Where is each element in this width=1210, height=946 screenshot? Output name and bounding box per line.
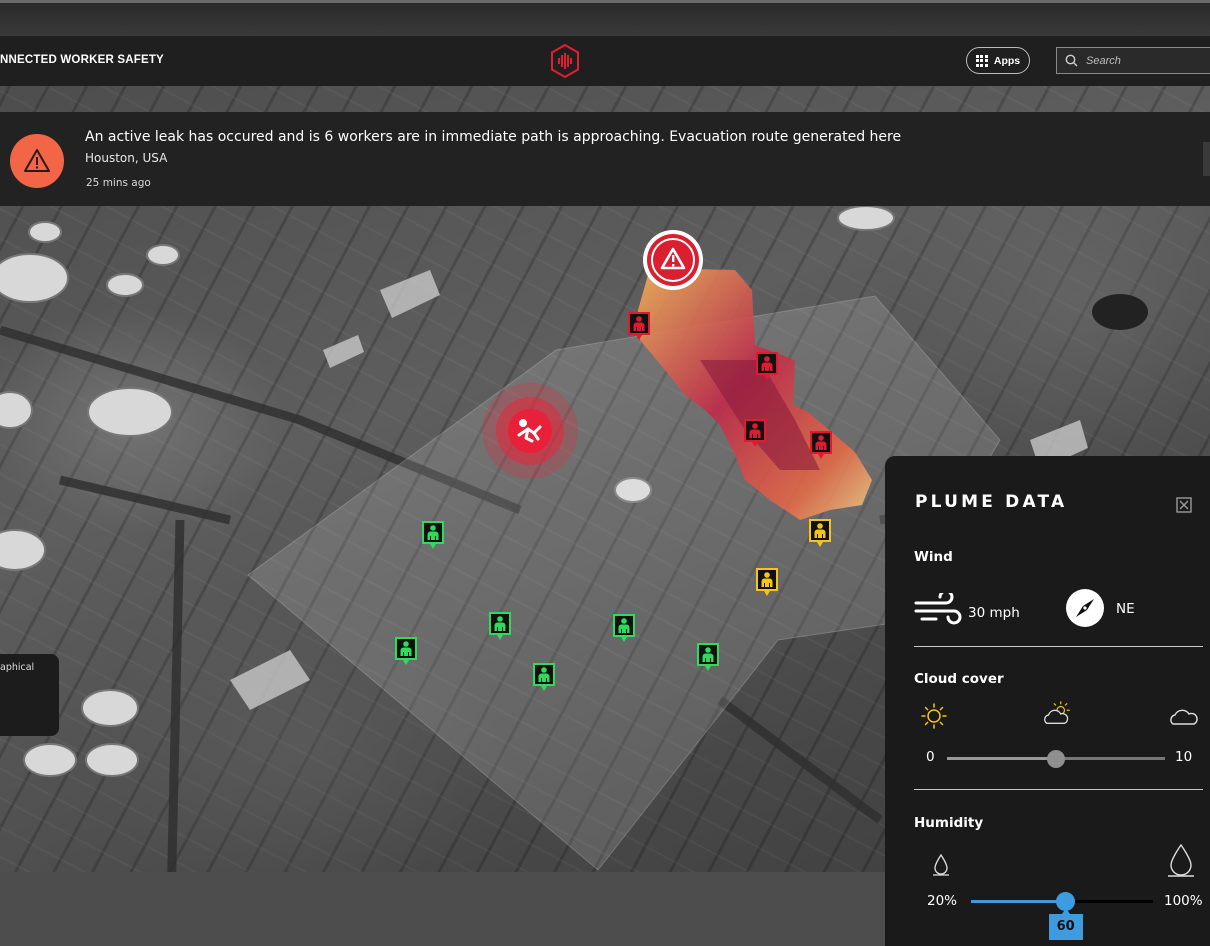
alert-location: Houston, USA bbox=[85, 151, 168, 165]
humidity-max: 100% bbox=[1164, 893, 1203, 909]
leak-warning-icon[interactable] bbox=[641, 230, 705, 294]
window-top-strip bbox=[0, 0, 1210, 36]
humidity-fill bbox=[971, 900, 1066, 903]
cloud-cover-min: 0 bbox=[926, 749, 935, 765]
worker-marker-at-risk[interactable] bbox=[743, 418, 767, 448]
cloud-cover-slider[interactable] bbox=[947, 750, 1165, 768]
wind-speed: 30 mph bbox=[968, 605, 1020, 621]
cloud-cover-thumb[interactable] bbox=[1047, 750, 1065, 768]
wind-label: Wind bbox=[914, 549, 953, 565]
section-divider bbox=[914, 646, 1203, 647]
grid-icon bbox=[975, 54, 988, 67]
compass-icon bbox=[1066, 589, 1104, 627]
worker-marker-warning[interactable] bbox=[808, 518, 832, 548]
humidity-slider[interactable]: 60 bbox=[971, 892, 1153, 940]
app-title: NNECTED WORKER SAFETY bbox=[0, 54, 164, 66]
plume-data-panel: PLUME DATA Wind 30 mph NE Cloud cover 0 … bbox=[885, 456, 1210, 946]
banner-scrollbar[interactable] bbox=[1203, 142, 1210, 176]
small-droplet-icon[interactable] bbox=[931, 852, 951, 878]
warning-triangle-icon bbox=[24, 149, 50, 172]
apps-button[interactable]: Apps bbox=[966, 47, 1030, 74]
humidity-label: Humidity bbox=[914, 815, 984, 831]
search-icon bbox=[1065, 54, 1078, 67]
cloud-icon[interactable] bbox=[1169, 702, 1199, 730]
search-box[interactable] bbox=[1056, 47, 1210, 74]
worker-marker-warning[interactable] bbox=[755, 567, 779, 597]
humidity-value-tooltip: 60 bbox=[1048, 908, 1083, 940]
worker-marker-safe[interactable] bbox=[612, 613, 636, 643]
cloud-cover-max: 10 bbox=[1175, 749, 1193, 765]
cloud-cover-fill bbox=[947, 757, 1056, 760]
app-logo-icon[interactable] bbox=[550, 44, 580, 78]
sun-icon[interactable] bbox=[919, 702, 949, 730]
apps-label: Apps bbox=[993, 54, 1021, 67]
alert-banner[interactable]: An active leak has occured and is 6 work… bbox=[0, 112, 1210, 206]
app-header: NNECTED WORKER SAFETY Apps bbox=[0, 36, 1210, 86]
worker-marker-safe[interactable] bbox=[394, 636, 418, 666]
wind-icon bbox=[914, 593, 962, 625]
worker-marker-safe[interactable] bbox=[532, 662, 556, 692]
partly-cloudy-icon[interactable] bbox=[1042, 700, 1072, 728]
evacuation-point-icon[interactable] bbox=[482, 383, 578, 479]
panel-title: PLUME DATA bbox=[915, 492, 1068, 512]
close-icon[interactable] bbox=[1175, 496, 1193, 514]
worker-marker-at-risk[interactable] bbox=[755, 351, 779, 381]
left-info-card[interactable]: aphical bbox=[0, 654, 59, 736]
left-card-text: aphical bbox=[0, 662, 35, 673]
section-divider bbox=[914, 789, 1203, 790]
alert-icon-badge bbox=[10, 134, 64, 188]
worker-marker-at-risk[interactable] bbox=[627, 311, 651, 341]
worker-marker-safe[interactable] bbox=[421, 520, 445, 550]
large-droplet-icon[interactable] bbox=[1166, 843, 1196, 879]
alert-message: An active leak has occured and is 6 work… bbox=[85, 129, 902, 145]
worker-marker-safe[interactable] bbox=[488, 611, 512, 641]
cloud-cover-label: Cloud cover bbox=[914, 671, 1004, 687]
search-input[interactable] bbox=[1086, 54, 1196, 67]
worker-marker-safe[interactable] bbox=[696, 642, 720, 672]
dark-tank bbox=[1092, 294, 1148, 330]
worker-marker-at-risk[interactable] bbox=[809, 430, 833, 460]
alert-timestamp: 25 mins ago bbox=[86, 177, 151, 189]
humidity-min: 20% bbox=[927, 893, 958, 909]
wind-direction: NE bbox=[1116, 601, 1135, 617]
